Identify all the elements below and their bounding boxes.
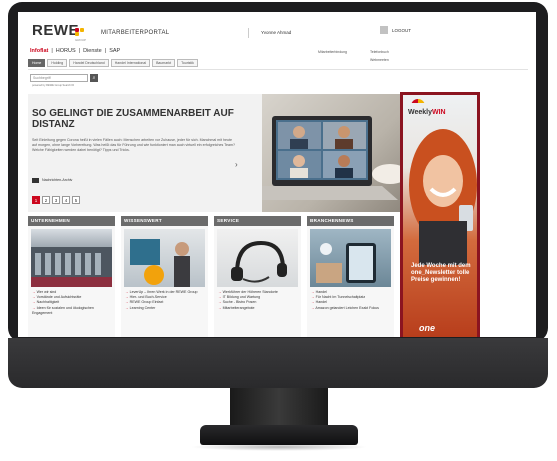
chevron-right-icon[interactable]: › [235,160,238,169]
hero-pager: 1 2 3 4 5 [32,196,80,204]
ad-logo: WeeklyWIN [408,109,446,116]
card-image-building [31,229,112,287]
hero-title[interactable]: SO GELINGT DIE ZUSAMMENARBEIT AUF DISTAN… [32,108,262,130]
pager-page-5[interactable]: 5 [72,196,80,204]
subnav-infoflat[interactable]: Infoflat [30,48,48,54]
monitor-shadow [190,443,368,451]
card-title[interactable]: SERVICE [214,216,301,226]
archive-icon [32,178,39,183]
logout-link[interactable]: LOGOUT [392,28,411,33]
news-archive-link[interactable]: Nachrichten-Archiv [42,178,72,182]
card-title[interactable]: WISSENSWERT [121,216,208,226]
list-item[interactable]: Mitarbeiterangebote [218,306,297,311]
pager-page-2[interactable]: 2 [42,196,50,204]
subnav: Infoflat | HORUS | Dienste | SAP [30,48,121,54]
card-title[interactable]: BRANCHENNEWS [307,216,394,226]
portal-title: MITARBEITERPORTAL [101,30,170,36]
pager-page-4[interactable]: 4 [62,196,70,204]
tab-holding[interactable]: Holding [47,59,68,67]
tab-home[interactable]: Home [28,59,46,67]
ad-text: Jede Woche mit dem one_Newsletter tolle … [411,263,471,283]
portal-screen: REWE GROUP MITARBEITERPORTAL Yvonne Ahma… [18,12,536,337]
header-divider-line [28,69,528,70]
user-name: Yvonne Ahmad [261,30,292,35]
weeklywin-ad-banner[interactable]: WeeklyWIN Jede Woche mit dem one_Newslet… [400,92,480,337]
logo-dots-icon [75,28,87,36]
header-divider [248,28,249,38]
card-image-tablet [310,229,391,287]
weeklywin-logo-icon [411,99,425,107]
monitor-mockup: REWE GROUP MITARBEITERPORTAL Yvonne Ahma… [0,0,557,461]
logo-subtitle: GROUP [75,38,87,42]
tab-baumarkt[interactable]: Baumarkt [152,59,176,67]
card-wissenswert: WISSENSWERT LeverUp – Ihren Werk in der … [121,216,208,337]
card-image-headset [217,229,298,287]
hero-image-laptop-call [262,94,408,212]
monitor-foot [200,425,358,445]
monitor-neck [230,388,328,428]
search-input[interactable]: Suchbegriff [30,74,88,82]
card-title[interactable]: UNTERNEHMEN [28,216,115,226]
list-item[interactable]: Ideen für sozialen und ökologischen Enga… [32,306,111,316]
subnav-dienste[interactable]: Dienste [83,48,102,54]
list-item[interactable]: Learning Center [125,306,204,311]
search-hint: powered by REWE Group Search ID [32,84,75,87]
rewe-logo[interactable]: REWE [32,22,79,39]
hero-text: Seit Einleitung gegen Corona heißt in vi… [32,138,235,152]
subnav-horus[interactable]: HORUS [56,48,76,54]
search-button[interactable]: ⌕ [90,74,98,82]
card-service: SERVICE Werkführer der Höheren Standorte… [214,216,301,337]
list-item[interactable]: Amazon gelandert Leichen Exakt Fokus [311,306,390,311]
card-unternehmen: UNTERNEHMEN Wer wir sind Vorstände und A… [28,216,115,337]
pager-page-1[interactable]: 1 [32,196,40,204]
util-link-telefonbuch[interactable]: Telefonbuch [370,50,389,54]
util-link-webmeeten[interactable]: Webmeeten [370,58,389,62]
tab-handel-international[interactable]: Handel International [110,59,151,67]
main-tabs: Home Holding Handel Deutschland Handel I… [28,59,198,67]
util-link-mitarbeiterbindung[interactable]: Mitarbeiterbindung [318,50,347,54]
logout-icon[interactable] [380,26,388,34]
one-logo: one [419,323,436,333]
pager-page-3[interactable]: 3 [52,196,60,204]
tab-handel-deutschland[interactable]: Handel Deutschland [69,59,109,67]
card-branchennews: BRANCHENNEWS Handel Für Nacht Im Tunnels… [307,216,394,337]
ad-woman-photo [409,129,477,265]
tab-touristik[interactable]: Touristik [177,59,198,67]
card-image-presentation [124,229,205,287]
subnav-sap[interactable]: SAP [109,48,120,54]
monitor-chin [8,338,548,388]
